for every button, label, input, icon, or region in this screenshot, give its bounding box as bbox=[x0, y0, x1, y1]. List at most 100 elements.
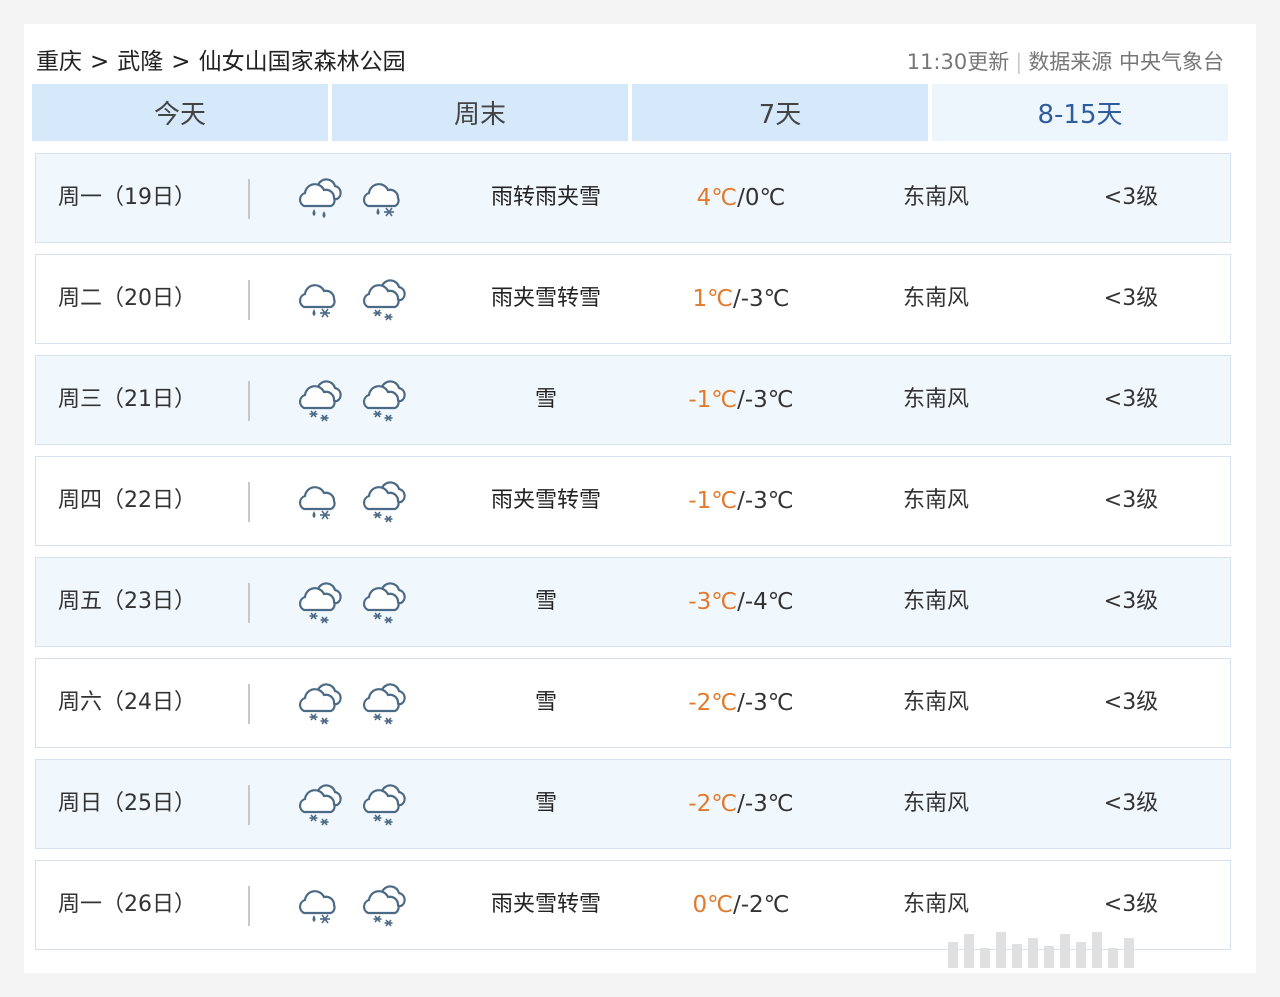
forecast-row: 周三（21日） 雪 -1℃/-3℃ 东南风 <3级 bbox=[35, 355, 1231, 445]
sleet-icon bbox=[294, 880, 346, 932]
weather-description: 雪 bbox=[534, 690, 557, 715]
row-divider bbox=[248, 886, 250, 926]
breadcrumb-separator: > bbox=[90, 49, 110, 75]
day-label: 周四（22日） bbox=[58, 488, 196, 513]
breadcrumb-item-district[interactable]: 武隆 bbox=[117, 49, 163, 75]
update-meta: 11:30更新 | 数据来源 中央气象台 bbox=[907, 46, 1224, 78]
row-divider bbox=[248, 381, 250, 421]
data-source: 数据来源 中央气象台 bbox=[1028, 50, 1224, 74]
high-temp: -2℃ bbox=[688, 690, 738, 716]
temperature: 4℃/0℃ bbox=[636, 154, 846, 242]
wind-direction: 东南风 bbox=[902, 791, 969, 816]
temperature: 0℃/-2℃ bbox=[636, 861, 846, 949]
snow-icon bbox=[294, 779, 346, 831]
weather-description: 雪 bbox=[534, 589, 557, 614]
low-temp: /-3℃ bbox=[737, 791, 794, 817]
wind-level: <3级 bbox=[1103, 488, 1159, 513]
sleet-icon bbox=[294, 476, 346, 528]
header-bar: 重庆 > 武隆 > 仙女山国家森林公园 11:30更新 | 数据来源 中央气象台 bbox=[36, 46, 1236, 86]
snow-icon bbox=[294, 375, 346, 427]
wind-direction: 东南风 bbox=[902, 488, 969, 513]
low-temp: /0℃ bbox=[737, 185, 786, 211]
high-temp: -1℃ bbox=[688, 387, 738, 413]
day-label: 周一（19日） bbox=[58, 185, 196, 210]
tab-weekend[interactable]: 周末 bbox=[332, 84, 628, 141]
forecast-row: 周五（23日） 雪 -3℃/-4℃ 东南风 <3级 bbox=[35, 557, 1231, 647]
row-divider bbox=[248, 583, 250, 623]
high-temp: -3℃ bbox=[688, 589, 738, 615]
tab-today[interactable]: 今天 bbox=[32, 84, 328, 141]
snow-icon bbox=[358, 476, 410, 528]
low-temp: /-2℃ bbox=[732, 892, 790, 918]
watermark bbox=[948, 928, 1248, 968]
temperature: -3℃/-4℃ bbox=[636, 558, 846, 646]
weather-card: 重庆 > 武隆 > 仙女山国家森林公园 11:30更新 | 数据来源 中央气象台 今天 周末… bbox=[24, 24, 1256, 973]
temperature: -2℃/-3℃ bbox=[636, 760, 846, 848]
breadcrumb: 重庆 > 武隆 > 仙女山国家森林公园 bbox=[36, 46, 406, 78]
day-label: 周日（25日） bbox=[58, 791, 196, 816]
snow-icon bbox=[358, 880, 410, 932]
temperature: -1℃/-3℃ bbox=[636, 356, 846, 444]
snow-icon bbox=[358, 274, 410, 326]
snow-icon bbox=[358, 678, 410, 730]
breadcrumb-separator: > bbox=[171, 49, 191, 75]
high-temp: 0℃ bbox=[692, 892, 733, 918]
wind-level: <3级 bbox=[1103, 387, 1159, 412]
forecast-list: 周一（19日） 雨转雨夹雪 4℃/0℃ 东南风 <3级 周二（20日） 雨夹雪转雪 1℃/-3… bbox=[35, 153, 1231, 961]
row-divider bbox=[248, 280, 250, 320]
breadcrumb-item-city[interactable]: 重庆 bbox=[36, 49, 82, 75]
high-temp: 1℃ bbox=[692, 286, 733, 312]
sleet-icon bbox=[294, 274, 346, 326]
weather-description: 雨夹雪转雪 bbox=[490, 892, 601, 917]
forecast-row: 周四（22日） 雨夹雪转雪 -1℃/-3℃ 东南风 <3级 bbox=[35, 456, 1231, 546]
low-temp: /-3℃ bbox=[737, 488, 794, 514]
snow-icon bbox=[294, 678, 346, 730]
tab-8-15-days[interactable]: 8-15天 bbox=[932, 84, 1228, 141]
row-divider bbox=[248, 179, 250, 219]
sleet-icon bbox=[358, 173, 410, 225]
wind-direction: 东南风 bbox=[902, 589, 969, 614]
wind-direction: 东南风 bbox=[902, 286, 969, 311]
breadcrumb-item-location: 仙女山国家森林公园 bbox=[198, 49, 406, 75]
low-temp: /-3℃ bbox=[737, 690, 794, 716]
tab-7-days[interactable]: 7天 bbox=[632, 84, 928, 141]
rain-icon bbox=[294, 173, 346, 225]
forecast-row: 周日（25日） 雪 -2℃/-3℃ 东南风 <3级 bbox=[35, 759, 1231, 849]
wind-level: <3级 bbox=[1103, 690, 1159, 715]
wind-direction: 东南风 bbox=[902, 387, 969, 412]
forecast-tabs: 今天 周末 7天 8-15天 bbox=[32, 84, 1228, 141]
low-temp: /-4℃ bbox=[737, 589, 794, 615]
high-temp: -2℃ bbox=[688, 791, 738, 817]
temperature: -1℃/-3℃ bbox=[636, 457, 846, 545]
low-temp: /-3℃ bbox=[732, 286, 790, 312]
wind-level: <3级 bbox=[1103, 791, 1159, 816]
wind-level: <3级 bbox=[1103, 589, 1159, 614]
weather-description: 雨转雨夹雪 bbox=[490, 185, 601, 210]
row-divider bbox=[248, 482, 250, 522]
snow-icon bbox=[358, 577, 410, 629]
wind-level: <3级 bbox=[1103, 286, 1159, 311]
wind-direction: 东南风 bbox=[902, 185, 969, 210]
snow-icon bbox=[358, 779, 410, 831]
low-temp: /-3℃ bbox=[737, 387, 794, 413]
snow-icon bbox=[294, 577, 346, 629]
high-temp: -1℃ bbox=[688, 488, 738, 514]
day-label: 周二（20日） bbox=[58, 286, 196, 311]
weather-description: 雨夹雪转雪 bbox=[490, 286, 601, 311]
day-label: 周六（24日） bbox=[58, 690, 196, 715]
forecast-row: 周六（24日） 雪 -2℃/-3℃ 东南风 <3级 bbox=[35, 658, 1231, 748]
temperature: 1℃/-3℃ bbox=[636, 255, 846, 343]
high-temp: 4℃ bbox=[696, 185, 738, 211]
update-time: 11:30更新 bbox=[906, 50, 1010, 74]
day-label: 周五（23日） bbox=[58, 589, 196, 614]
row-divider bbox=[248, 684, 250, 724]
row-divider bbox=[248, 785, 250, 825]
weather-description: 雨夹雪转雪 bbox=[490, 488, 601, 513]
forecast-row: 周一（19日） 雨转雨夹雪 4℃/0℃ 东南风 <3级 bbox=[35, 153, 1231, 243]
day-label: 周三（21日） bbox=[58, 387, 196, 412]
forecast-row: 周二（20日） 雨夹雪转雪 1℃/-3℃ 东南风 <3级 bbox=[35, 254, 1231, 344]
temperature: -2℃/-3℃ bbox=[636, 659, 846, 747]
day-label: 周一（26日） bbox=[58, 892, 196, 917]
meta-divider: | bbox=[1015, 50, 1023, 74]
wind-direction: 东南风 bbox=[902, 690, 969, 715]
